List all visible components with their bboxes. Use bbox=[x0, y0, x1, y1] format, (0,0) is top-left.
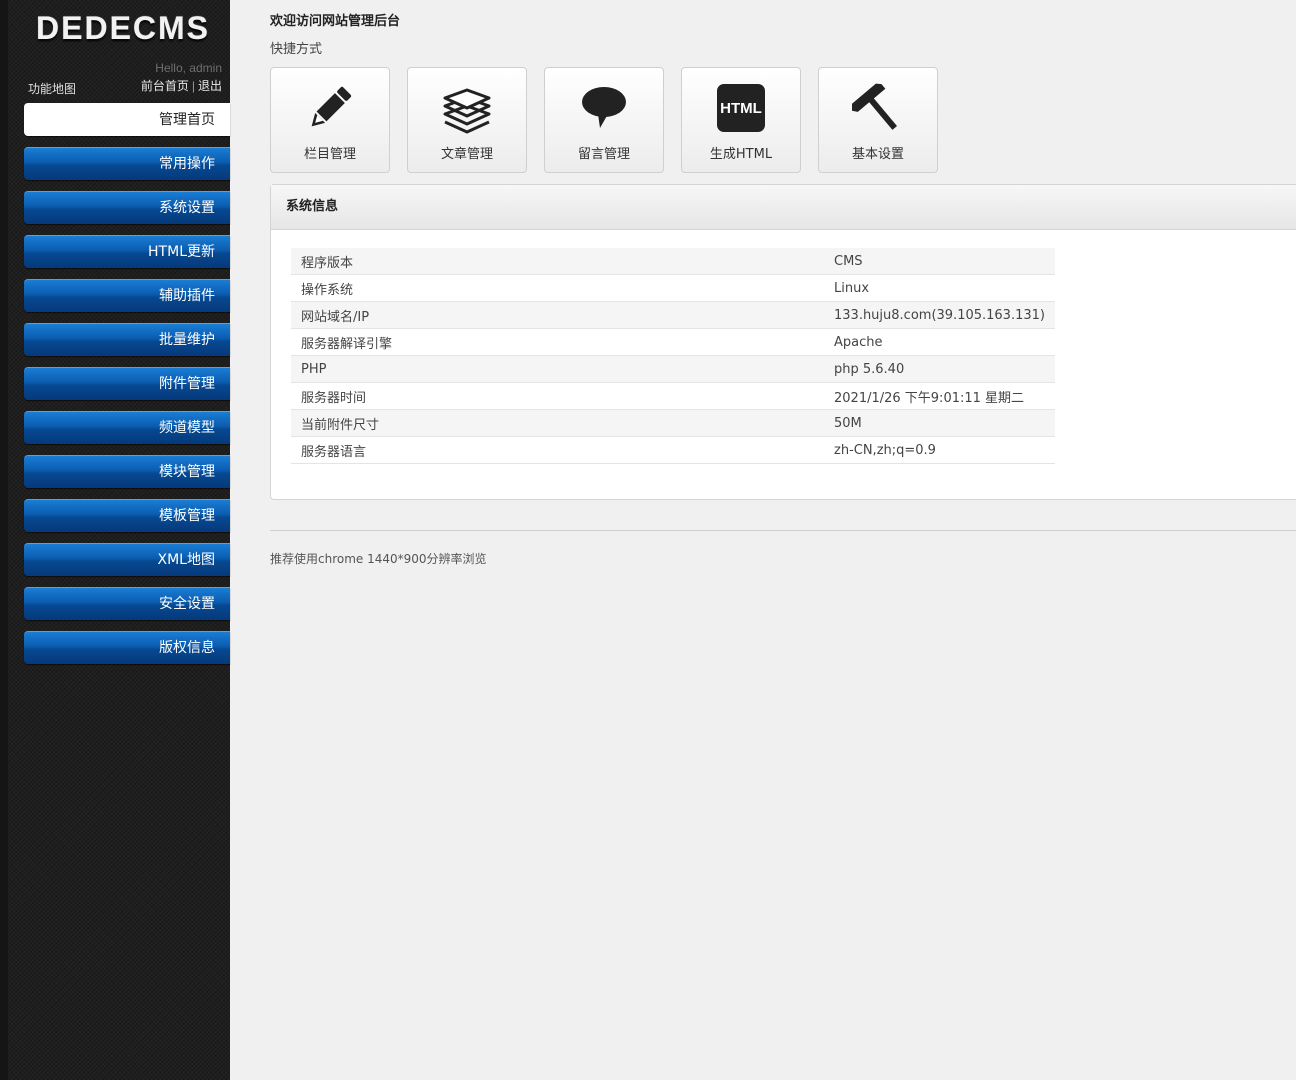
sidebar-item-templates[interactable]: 模板管理 bbox=[24, 499, 230, 532]
shortcut-article-manage[interactable]: 文章管理 bbox=[407, 67, 527, 173]
sidebar-item-xml-map[interactable]: XML地图 bbox=[24, 543, 230, 576]
shortcut-label: 栏目管理 bbox=[303, 147, 356, 162]
table-row: 服务器语言 zh-CN,zh;q=0.9 bbox=[291, 436, 1055, 464]
info-value: php 5.6.40 bbox=[824, 355, 1055, 383]
shortcuts: 栏目管理 文章管理 留言管理 HTML 生成HTML 基本设置 bbox=[270, 67, 970, 175]
sidebar-item-security[interactable]: 安全设置 bbox=[24, 587, 230, 620]
sidebar-item-batch-maintenance[interactable]: 批量维护 bbox=[24, 323, 230, 356]
sidebar-item-common-ops[interactable]: 常用操作 bbox=[24, 147, 230, 180]
table-row: PHP php 5.6.40 bbox=[291, 355, 1055, 383]
html-icon-text: HTML bbox=[720, 100, 762, 117]
speech-bubble-icon bbox=[545, 82, 663, 134]
pencil-icon bbox=[271, 82, 389, 134]
sidebar-item-system-settings[interactable]: 系统设置 bbox=[24, 191, 230, 224]
sidebar-item-copyright[interactable]: 版权信息 bbox=[24, 631, 230, 664]
system-info-table: 程序版本 CMS 操作系统 Linux 网站域名/IP 133.huju8.com(3… bbox=[291, 248, 1055, 464]
sidebar-item-channel-models[interactable]: 频道模型 bbox=[24, 411, 230, 444]
sidebar-item-plugins[interactable]: 辅助插件 bbox=[24, 279, 230, 312]
info-key: PHP bbox=[291, 355, 824, 383]
shortcut-basic-settings[interactable]: 基本设置 bbox=[818, 67, 938, 173]
panel-title: 系统信息 bbox=[271, 185, 1296, 230]
info-key: 操作系统 bbox=[291, 274, 824, 302]
logout-link[interactable]: 退出 bbox=[198, 79, 222, 93]
divider bbox=[270, 530, 1296, 531]
user-greeting: Hello, admin bbox=[155, 61, 222, 75]
logo: DEDECMS bbox=[36, 10, 211, 46]
sidebar: DEDECMS Hello, admin 前台首页 | 退出 功能地图 管理首页 常… bbox=[0, 0, 230, 1080]
table-row: 服务器时间 2021/1/26 下午9:01:11 星期二 bbox=[291, 382, 1055, 410]
system-info-panel: 系统信息 程序版本 CMS 操作系统 Linux 网站域名/IP 133.huju8.… bbox=[270, 184, 1296, 500]
html-icon: HTML bbox=[682, 82, 800, 134]
info-key: 网站域名/IP bbox=[291, 301, 824, 329]
shortcut-label: 文章管理 bbox=[440, 147, 493, 162]
shortcut-generate-html[interactable]: HTML 生成HTML bbox=[681, 67, 801, 173]
sidebar-menu: 管理首页 常用操作 系统设置 HTML更新 辅助插件 批量维护 附件管理 频道模… bbox=[24, 103, 230, 675]
sidebar-item-admin-home[interactable]: 管理首页 bbox=[24, 103, 230, 136]
table-row: 操作系统 Linux bbox=[291, 274, 1055, 302]
info-value: CMS bbox=[824, 248, 1055, 275]
shortcuts-title: 快捷方式 bbox=[270, 42, 323, 57]
info-key: 当前附件尺寸 bbox=[291, 409, 824, 437]
sidebar-item-html-update[interactable]: HTML更新 bbox=[24, 235, 230, 268]
shortcut-column-manage[interactable]: 栏目管理 bbox=[270, 67, 390, 173]
info-value: 133.huju8.com(39.105.163.131) bbox=[824, 301, 1055, 329]
info-key: 服务器时间 bbox=[291, 382, 824, 410]
function-map-link[interactable]: 功能地图 bbox=[28, 80, 76, 97]
info-key: 服务器解译引擎 bbox=[291, 328, 824, 356]
shortcut-guestbook-manage[interactable]: 留言管理 bbox=[544, 67, 664, 173]
shortcut-label: 留言管理 bbox=[577, 147, 630, 162]
sidebar-item-modules[interactable]: 模块管理 bbox=[24, 455, 230, 488]
front-page-link[interactable]: 前台首页 bbox=[141, 79, 189, 93]
hammer-icon bbox=[819, 82, 937, 134]
shortcut-label: 基本设置 bbox=[851, 147, 904, 162]
info-value: 2021/1/26 下午9:01:11 星期二 bbox=[824, 382, 1055, 410]
info-value: Apache bbox=[824, 328, 1055, 356]
info-value: 50M bbox=[824, 409, 1055, 437]
table-row: 当前附件尺寸 50M bbox=[291, 409, 1055, 437]
stack-icon bbox=[408, 82, 526, 134]
link-separator: | bbox=[191, 79, 195, 93]
footer-note: 推荐使用chrome 1440*900分辨率浏览 bbox=[270, 552, 487, 566]
table-row: 服务器解译引擎 Apache bbox=[291, 328, 1055, 356]
info-key: 服务器语言 bbox=[291, 436, 824, 464]
sidebar-item-attachments[interactable]: 附件管理 bbox=[24, 367, 230, 400]
table-row: 程序版本 CMS bbox=[291, 248, 1055, 275]
page-title: 欢迎访问网站管理后台 bbox=[270, 14, 401, 29]
shortcut-label: 生成HTML bbox=[709, 147, 773, 162]
table-row: 网站域名/IP 133.huju8.com(39.105.163.131) bbox=[291, 301, 1055, 329]
info-value: Linux bbox=[824, 274, 1055, 302]
info-value: zh-CN,zh;q=0.9 bbox=[824, 436, 1055, 464]
info-key: 程序版本 bbox=[291, 248, 824, 275]
top-links: 前台首页 | 退出 bbox=[141, 77, 222, 94]
